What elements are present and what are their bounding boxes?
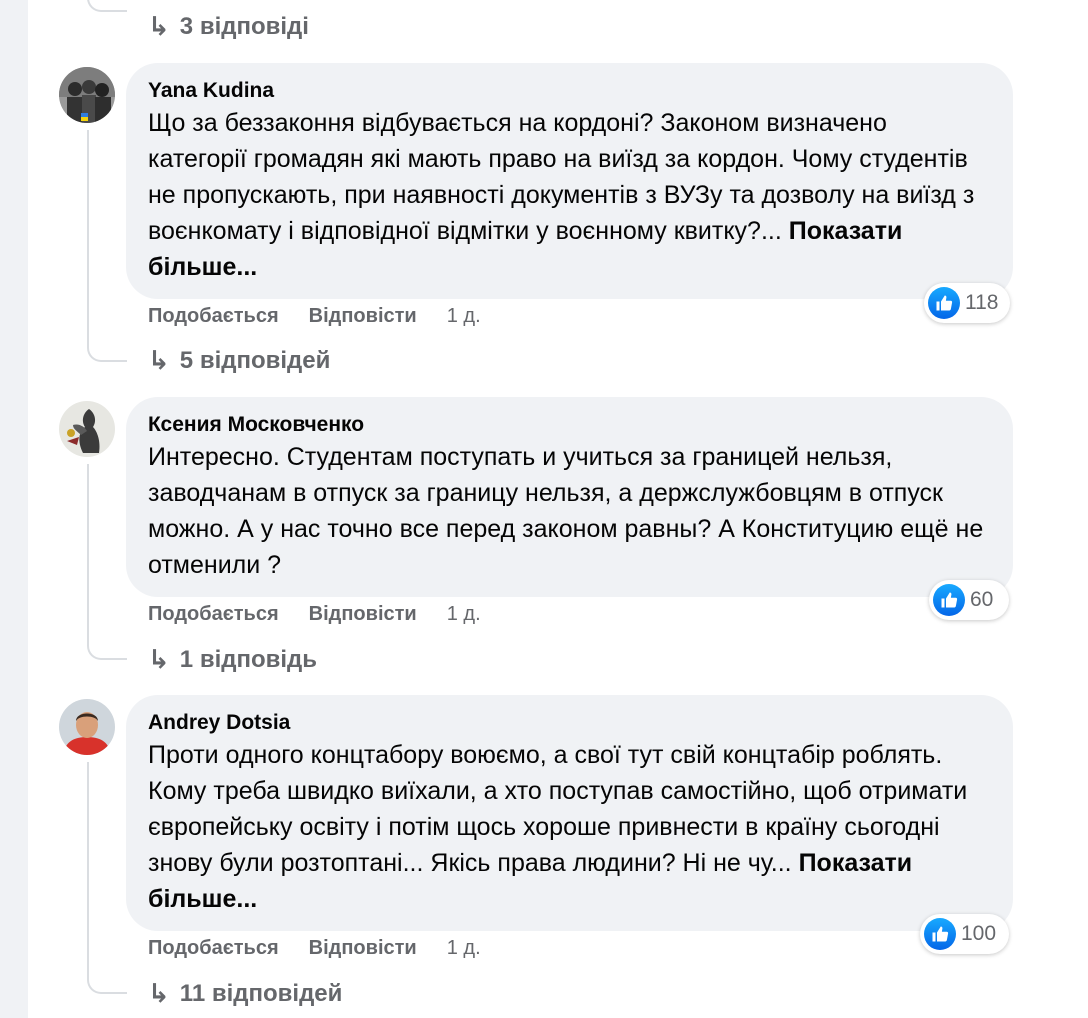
comment-text: Проти одного концтабору воюємо, а свої т… xyxy=(148,737,991,917)
avatar[interactable] xyxy=(59,699,115,755)
reply-arrow-icon: ↳ xyxy=(148,345,170,375)
reaction-count-label: 100 xyxy=(961,922,997,945)
comment-timestamp[interactable]: 1 д. xyxy=(447,937,481,960)
comment-bubble: Andrey Dotsia Проти одного концтабору во… xyxy=(126,695,1013,931)
comment-text: Интересно. Студентам поступать и учиться… xyxy=(148,439,991,583)
comment-author[interactable]: Yana Kudina xyxy=(148,77,991,105)
comment-bubble: Yana Kudina Що за беззаконня відбуваєтьс… xyxy=(126,63,1013,299)
thread-line xyxy=(87,464,89,642)
thread-line xyxy=(87,130,89,345)
thumbs-up-icon xyxy=(928,287,960,319)
avatar[interactable] xyxy=(59,401,115,457)
view-replies-button[interactable]: ↳ 11 відповідей xyxy=(148,978,342,1009)
comment-actions: Подобається Відповісти 1 д. xyxy=(148,603,481,626)
thumbs-up-icon xyxy=(924,918,956,950)
thread-connector xyxy=(87,638,127,660)
replies-count-label: 1 відповідь xyxy=(179,645,318,673)
thread-connector xyxy=(87,340,127,362)
like-button[interactable]: Подобається xyxy=(148,937,279,960)
reaction-count[interactable]: 100 xyxy=(920,914,1009,954)
reaction-count-label: 118 xyxy=(965,291,999,314)
reaction-count-label: 60 xyxy=(970,588,994,611)
reply-arrow-icon: ↳ xyxy=(148,978,170,1008)
view-replies-button[interactable]: ↳ 1 відповідь xyxy=(148,644,317,675)
reaction-count[interactable]: 118 xyxy=(924,283,1010,323)
like-button[interactable]: Подобається xyxy=(148,603,279,626)
view-replies-button[interactable]: ↳ 5 відповідей xyxy=(148,345,330,376)
comment-body: Интересно. Студентам поступать и учиться… xyxy=(148,443,984,579)
replies-count-label: 3 відповіді xyxy=(179,12,309,40)
comment-actions: Подобається Відповісти 1 д. xyxy=(148,305,481,328)
like-button[interactable]: Подобається xyxy=(148,305,279,328)
reply-button[interactable]: Відповісти xyxy=(309,603,417,626)
thread-connector xyxy=(87,972,127,994)
reply-button[interactable]: Відповісти xyxy=(309,937,417,960)
comment-timestamp[interactable]: 1 д. xyxy=(447,305,481,328)
comment-bubble: Ксения Московченко Интересно. Студентам … xyxy=(126,397,1013,597)
comment-text: Що за беззаконня відбувається на кордоні… xyxy=(148,105,991,285)
reply-arrow-icon: ↳ xyxy=(148,11,170,41)
replies-count-label: 11 відповідей xyxy=(179,979,343,1007)
thumbs-up-icon xyxy=(933,584,965,616)
thread-line xyxy=(87,762,89,976)
comment-author[interactable]: Andrey Dotsia xyxy=(148,709,991,737)
comment-actions: Подобається Відповісти 1 д. xyxy=(148,937,481,960)
view-replies-button[interactable]: ↳ 3 відповіді xyxy=(148,11,309,42)
reply-arrow-icon: ↳ xyxy=(148,644,170,674)
replies-count-label: 5 відповідей xyxy=(179,346,331,374)
comment-author[interactable]: Ксения Московченко xyxy=(148,411,991,439)
comment-timestamp[interactable]: 1 д. xyxy=(447,603,481,626)
reply-button[interactable]: Відповісти xyxy=(309,305,417,328)
avatar[interactable] xyxy=(59,67,115,123)
reaction-count[interactable]: 60 xyxy=(929,580,1009,620)
